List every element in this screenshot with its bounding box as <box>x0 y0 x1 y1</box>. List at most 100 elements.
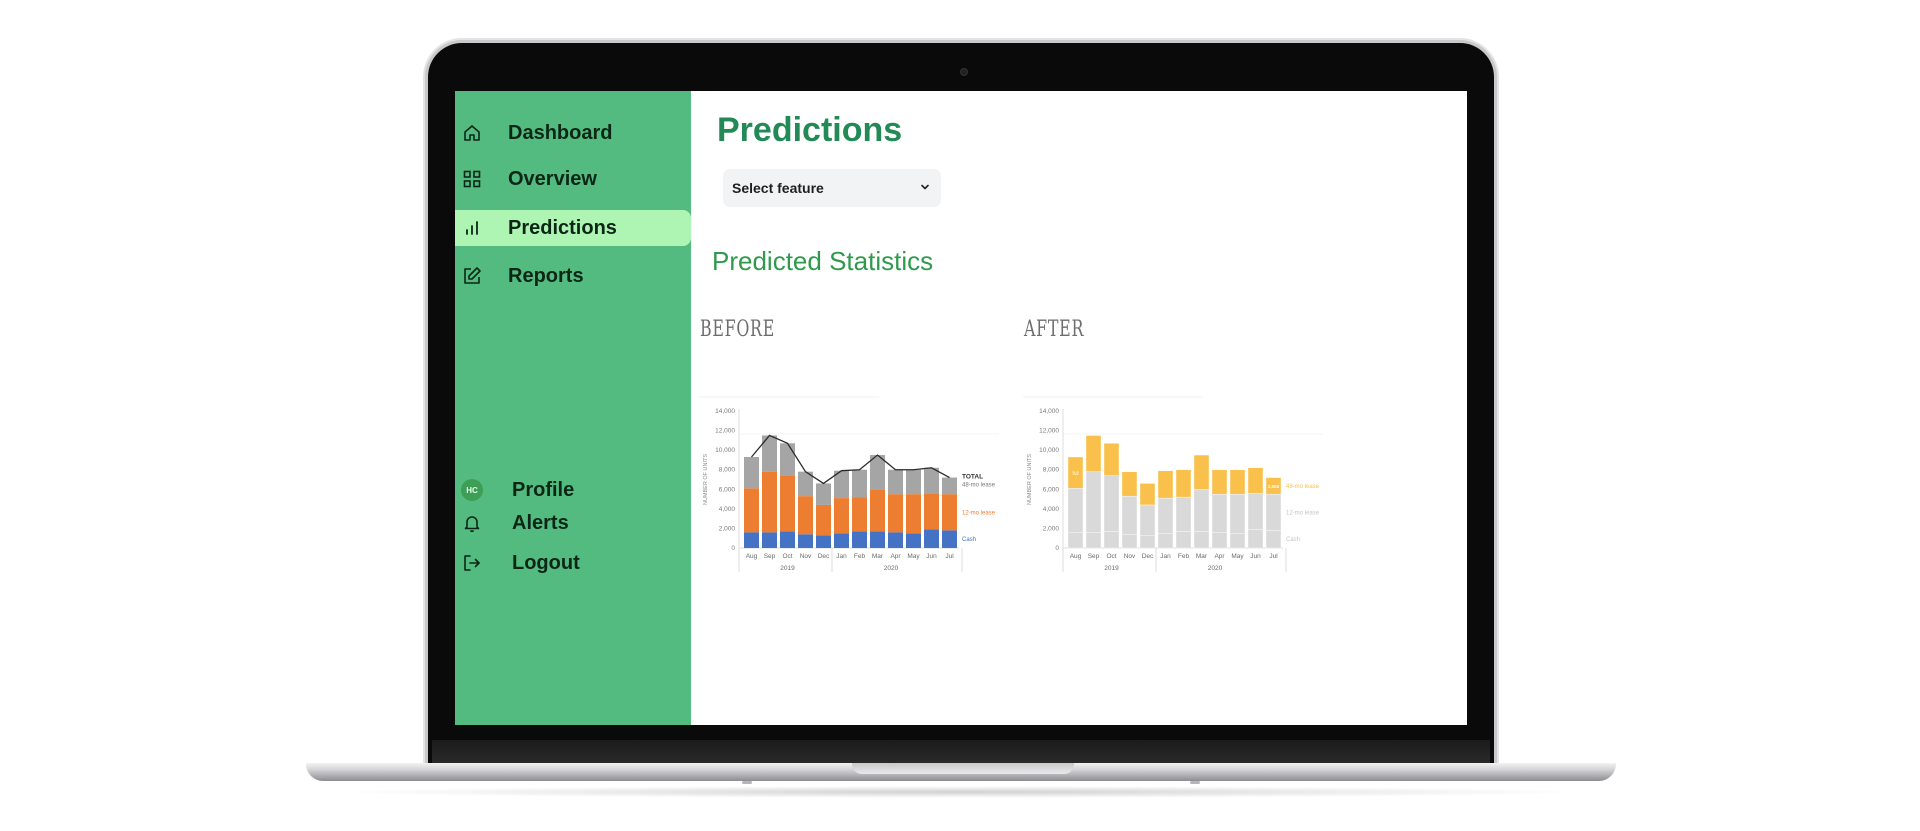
edit-icon <box>461 265 483 287</box>
y-tick-label: 8,000 <box>1043 467 1060 474</box>
sidebar-item-label: Overview <box>508 167 597 190</box>
select-value: Select feature <box>732 180 824 196</box>
bar-segment <box>906 494 921 534</box>
legend-label-48mo: 48-mo lease <box>1286 484 1320 490</box>
sidebar-item-reports[interactable]: Reports <box>455 258 691 294</box>
bar-segment <box>744 456 759 489</box>
bar-segment <box>1085 435 1102 472</box>
y-tick-label: 12,000 <box>715 428 735 435</box>
bar-segment <box>744 488 759 533</box>
sidebar-item-predictions[interactable]: Predictions <box>455 210 691 246</box>
bar-segment <box>1121 471 1138 497</box>
y-tick-label: 14,000 <box>715 408 735 415</box>
before-label: BEFORE <box>700 317 775 342</box>
avatar: HC <box>461 479 483 501</box>
year-label: 2019 <box>780 565 795 572</box>
year-label: 2020 <box>884 565 899 572</box>
x-tick-label: Apr <box>1214 553 1225 560</box>
bar-segment <box>1103 443 1120 476</box>
bar-segment <box>906 533 921 548</box>
sidebar-item-profile[interactable]: HC Profile <box>455 472 691 508</box>
bar-segment <box>816 535 831 548</box>
y-axis-label: NUMBER OF UNITS <box>703 454 709 505</box>
sidebar-item-label: Logout <box>512 551 580 574</box>
bar-segment <box>1157 533 1174 549</box>
bar-segment <box>1157 497 1174 534</box>
page-title: Predictions <box>717 111 903 149</box>
sidebar-item-label: Profile <box>512 478 575 501</box>
x-tick-label: Mar <box>872 553 884 560</box>
bar-segment <box>1193 531 1210 549</box>
y-tick-label: 6,000 <box>719 486 736 493</box>
bar-segment <box>1247 492 1264 530</box>
app-screen: Dashboard Overview Predictions Reports H… <box>455 91 1467 725</box>
y-axis-label: NUMBER OF UNITS <box>1027 454 1033 505</box>
bar-segment <box>942 477 957 495</box>
x-tick-label: Sep <box>1088 553 1100 560</box>
sidebar-item-dashboard[interactable]: Dashboard <box>455 115 691 151</box>
y-tick-label: 4,000 <box>1043 506 1060 513</box>
legend-label-12mo: 12-mo lease <box>962 510 996 516</box>
x-tick-label: Oct <box>782 553 792 560</box>
x-tick-label: Apr <box>890 553 901 560</box>
bar-segment <box>888 532 903 548</box>
x-tick-label: Jul <box>1269 553 1278 560</box>
bar-segment <box>798 496 813 535</box>
x-tick-label: Sep <box>764 553 776 560</box>
legend-label-48mo: 48-mo lease <box>962 483 996 489</box>
year-label: 2019 <box>1104 565 1119 572</box>
x-tick-label: Feb <box>1178 553 1190 560</box>
legend-label-cash: Cash <box>1286 537 1300 543</box>
bar-segment <box>1103 531 1120 549</box>
laptop-shadow <box>330 786 1590 798</box>
feature-select[interactable]: Select feature <box>723 169 941 207</box>
x-tick-label: Jan <box>836 553 847 560</box>
sidebar-item-alerts[interactable]: Alerts <box>455 505 691 541</box>
bar-segment <box>1247 529 1264 549</box>
bar-segment <box>1139 483 1156 506</box>
grid-icon <box>461 168 483 190</box>
x-tick-label: Dec <box>1142 553 1154 560</box>
bar-segment <box>1085 471 1102 533</box>
bar-segment <box>1193 489 1210 532</box>
sidebar-item-label: Reports <box>508 264 584 287</box>
bar-segment <box>762 471 777 533</box>
data-label: 3,2 <box>1072 471 1079 476</box>
x-tick-label: Mar <box>1196 553 1208 560</box>
y-tick-label: 12,000 <box>1039 428 1059 435</box>
bar-segment <box>1175 469 1192 498</box>
bar-segment <box>1211 493 1228 533</box>
bar-segment <box>1175 496 1192 532</box>
bar-segment <box>780 531 795 548</box>
bell-icon <box>461 512 483 534</box>
sidebar-item-label: Dashboard <box>508 121 613 144</box>
bar-segment <box>798 534 813 548</box>
data-label: 2,000 <box>1268 484 1280 489</box>
bar-chart-icon <box>461 217 483 239</box>
bar-segment <box>1067 488 1084 533</box>
bar-segment <box>924 529 939 548</box>
bar-segment <box>924 493 939 530</box>
bar-segment <box>870 489 885 532</box>
bar-segment <box>780 443 795 476</box>
sidebar-item-label: Predictions <box>508 216 617 239</box>
bar-segment <box>1121 534 1138 549</box>
before-chart: NUMBER OF UNITS 0 2,000 4,000 6,000 8,000 10,0… <box>699 396 999 572</box>
bar-segment <box>834 498 849 534</box>
bar-segment <box>888 494 903 533</box>
bar-segment <box>1139 504 1156 536</box>
x-tick-label: Jun <box>926 553 937 560</box>
x-tick-label: Jun <box>1250 553 1261 560</box>
logout-icon <box>461 552 483 574</box>
legend-label-total: TOTAL <box>962 474 983 481</box>
bar-segment <box>852 469 867 498</box>
y-tick-label: 2,000 <box>1043 525 1060 532</box>
sidebar-item-overview[interactable]: Overview <box>455 161 691 197</box>
home-icon <box>461 122 483 144</box>
sidebar-item-logout[interactable]: Logout <box>455 545 691 581</box>
laptop-hinge <box>432 740 1490 764</box>
section-title: Predicted Statistics <box>712 246 934 276</box>
y-tick-label: 10,000 <box>715 447 735 454</box>
bar-segment <box>1139 535 1156 549</box>
bar-segment <box>1067 532 1084 549</box>
